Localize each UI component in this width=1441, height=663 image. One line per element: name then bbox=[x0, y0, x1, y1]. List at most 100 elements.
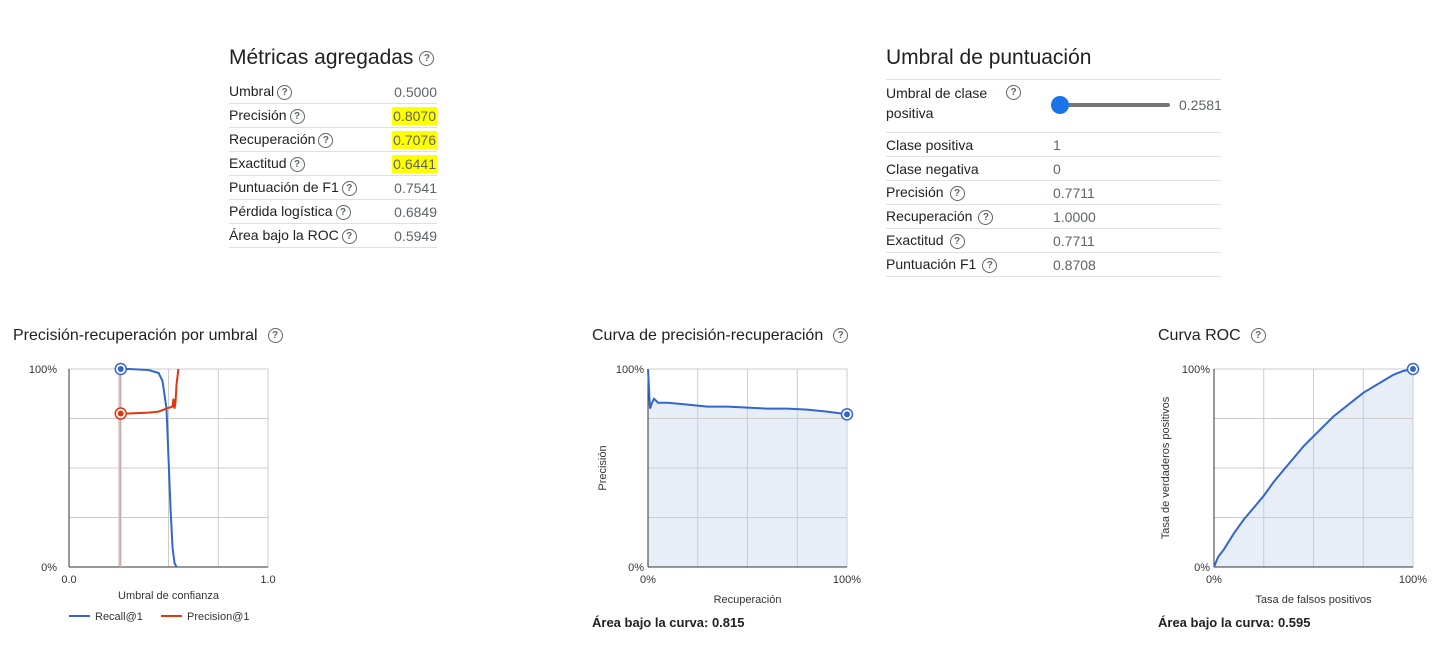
aggregate-metric-row: Pérdida logística? 0.6849 bbox=[229, 199, 437, 224]
threshold-metric-label: Recuperación bbox=[886, 208, 973, 225]
x-axis-title: Tasa de falsos positivos bbox=[1255, 594, 1372, 606]
help-icon[interactable]: ? bbox=[1250, 328, 1266, 344]
y-tick-label: 100% bbox=[1182, 364, 1210, 376]
recall-marker-dot bbox=[117, 366, 124, 372]
aggregate-metric-label: Recuperación bbox=[229, 131, 316, 148]
aggregate-metric-label-cell: Área bajo la ROC? bbox=[229, 223, 383, 248]
help-icon[interactable]: ? bbox=[833, 328, 849, 344]
pr-threshold-chart-title: Precisión-recuperación por umbral? bbox=[13, 327, 283, 345]
threshold-metric-label: Clase negativa bbox=[886, 160, 979, 177]
legend-precision-label: Precision@1 bbox=[187, 611, 250, 623]
threshold-slider-thumb[interactable] bbox=[1051, 96, 1069, 114]
pr-threshold-chart: 100% 0% 0.0 1.0 Umbral de confianza Recall@1 P… bbox=[29, 362, 276, 623]
x-axis-title: Umbral de confianza bbox=[118, 590, 220, 602]
y-tick-label: 100% bbox=[616, 364, 644, 376]
score-threshold-title-text: Umbral de puntuación bbox=[886, 46, 1092, 69]
aggregate-metric-label: Área bajo la ROC bbox=[229, 227, 339, 244]
help-icon[interactable]: ? bbox=[982, 257, 998, 273]
aggregate-metric-value: 0.7076 bbox=[392, 130, 437, 149]
aggregate-metric-label-cell: Recuperación? bbox=[229, 127, 383, 152]
threshold-metric-label-cell: Precisión? bbox=[886, 184, 1053, 201]
x-axis-title: Recuperación bbox=[714, 594, 782, 606]
aggregate-metric-label: Pérdida logística bbox=[229, 203, 333, 220]
threshold-metric-label: Clase positiva bbox=[886, 136, 974, 153]
x-tick-label: 0% bbox=[640, 574, 656, 586]
threshold-slider-label: Umbral de clase positiva bbox=[886, 85, 988, 121]
threshold-slider-track[interactable] bbox=[1060, 103, 1170, 107]
aggregate-metric-value-cell: 0.5949 bbox=[382, 223, 437, 248]
threshold-metric-value: 1.0000 bbox=[1053, 208, 1096, 225]
y-axis-title: Precisión bbox=[597, 445, 609, 490]
roc-chart-title-text: Curva ROC bbox=[1158, 327, 1241, 344]
aggregate-metric-row: Recuperación? 0.7076 bbox=[229, 127, 437, 152]
y-tick-label: 0% bbox=[628, 562, 644, 574]
aggregate-metric-row: Área bajo la ROC? 0.5949 bbox=[229, 223, 437, 248]
aggregate-metric-row: Exactitud? 0.6441 bbox=[229, 151, 437, 176]
help-icon[interactable]: ? bbox=[341, 228, 357, 244]
aggregate-metric-label-cell: Precisión? bbox=[229, 103, 383, 128]
precision-line bbox=[120, 368, 180, 415]
help-icon[interactable]: ? bbox=[267, 328, 283, 344]
aggregate-metric-value-cell: 0.5000 bbox=[382, 80, 437, 104]
threshold-metric-value: 1 bbox=[1053, 136, 1061, 153]
help-icon[interactable]: ? bbox=[335, 204, 351, 220]
help-icon[interactable]: ? bbox=[1006, 85, 1021, 100]
aggregate-metric-value-cell: 0.6441 bbox=[382, 151, 437, 176]
threshold-metric-row: Clase positiva 1 bbox=[886, 133, 1221, 157]
help-icon[interactable]: ? bbox=[419, 50, 435, 66]
aggregate-metric-value: 0.7541 bbox=[394, 179, 437, 196]
y-tick-label: 100% bbox=[29, 364, 57, 376]
aggregate-metrics-title-text: Métricas agregadas bbox=[229, 46, 414, 69]
aggregate-metric-value-cell: 0.7541 bbox=[382, 175, 437, 200]
help-icon[interactable]: ? bbox=[277, 84, 293, 100]
roc-chart: 100% 0%0% 100% Tasa de falsos positivos Tasa… bbox=[1160, 362, 1427, 606]
roc-chart-title: Curva ROC? bbox=[1158, 327, 1266, 345]
aggregate-metric-value-cell: 0.6849 bbox=[382, 199, 437, 224]
aggregate-metrics-table: Umbral? 0.5000 Precisión? 0.8070 Recuperació… bbox=[229, 80, 437, 248]
aggregate-metric-value: 0.6441 bbox=[392, 154, 437, 173]
aggregate-metric-value: 0.5949 bbox=[394, 227, 437, 244]
precision-marker-dot bbox=[117, 410, 124, 417]
aggregate-metric-value-cell: 0.7076 bbox=[382, 127, 437, 152]
x-tick-label: 0.0 bbox=[61, 574, 76, 586]
help-icon[interactable]: ? bbox=[289, 108, 305, 124]
threshold-metric-row: Exactitud? 0.7711 bbox=[886, 229, 1221, 253]
x-tick-label: 100% bbox=[1399, 574, 1427, 586]
y-tick-label: 0% bbox=[41, 562, 57, 574]
aggregate-metric-row: Umbral? 0.5000 bbox=[229, 80, 437, 104]
aggregate-metric-row: Puntuación de F1? 0.7541 bbox=[229, 175, 437, 200]
threshold-metric-row: Recuperación? 1.0000 bbox=[886, 205, 1221, 229]
aggregate-metric-value-cell: 0.8070 bbox=[382, 103, 437, 128]
threshold-metric-value: 0.7711 bbox=[1053, 232, 1095, 249]
pr-curve-chart-title-text: Curva de precisión-recuperación bbox=[592, 327, 824, 344]
help-icon[interactable]: ? bbox=[318, 132, 334, 148]
legend-recall-label: Recall@1 bbox=[95, 611, 143, 623]
aggregate-metric-value: 0.8070 bbox=[392, 106, 437, 125]
threshold-metric-row: Clase negativa 0 bbox=[886, 157, 1221, 181]
aggregate-metric-row: Precisión? 0.8070 bbox=[229, 103, 437, 128]
help-icon[interactable]: ? bbox=[978, 209, 994, 225]
help-icon[interactable]: ? bbox=[289, 156, 305, 172]
x-tick-label: 1.0 bbox=[260, 574, 275, 586]
aggregate-metric-value: 0.5000 bbox=[394, 83, 437, 100]
aggregate-metric-value: 0.6849 bbox=[394, 203, 437, 220]
score-threshold-title: Umbral de puntuación bbox=[886, 46, 1091, 70]
help-icon[interactable]: ? bbox=[341, 180, 357, 196]
pr-curve-chart-title: Curva de precisión-recuperación? bbox=[592, 327, 849, 345]
threshold-metric-label-cell: Clase negativa bbox=[886, 161, 1053, 177]
threshold-metric-label-cell: Clase positiva bbox=[886, 137, 1053, 153]
aggregate-metric-label: Precisión bbox=[229, 107, 287, 124]
aggregate-metric-label: Exactitud bbox=[229, 155, 287, 172]
help-icon[interactable]: ? bbox=[949, 185, 965, 201]
help-icon[interactable]: ? bbox=[949, 233, 965, 249]
threshold-metric-label: Puntuación F1 bbox=[886, 256, 977, 273]
aggregate-metric-label: Puntuación de F1 bbox=[229, 179, 339, 196]
roc-auc: Área bajo la curva: 0.595 bbox=[1158, 615, 1311, 630]
aggregate-metric-label-cell: Exactitud? bbox=[229, 151, 383, 176]
aggregate-metric-label-cell: Umbral? bbox=[229, 80, 383, 104]
threshold-slider-value: 0.2581 bbox=[1179, 97, 1222, 113]
pr-curve-auc: Área bajo la curva: 0.815 bbox=[592, 615, 745, 630]
aggregate-metric-label: Umbral bbox=[229, 83, 275, 100]
x-tick-label: 100% bbox=[833, 574, 861, 586]
threshold-metric-label-cell: Exactitud? bbox=[886, 232, 1053, 249]
